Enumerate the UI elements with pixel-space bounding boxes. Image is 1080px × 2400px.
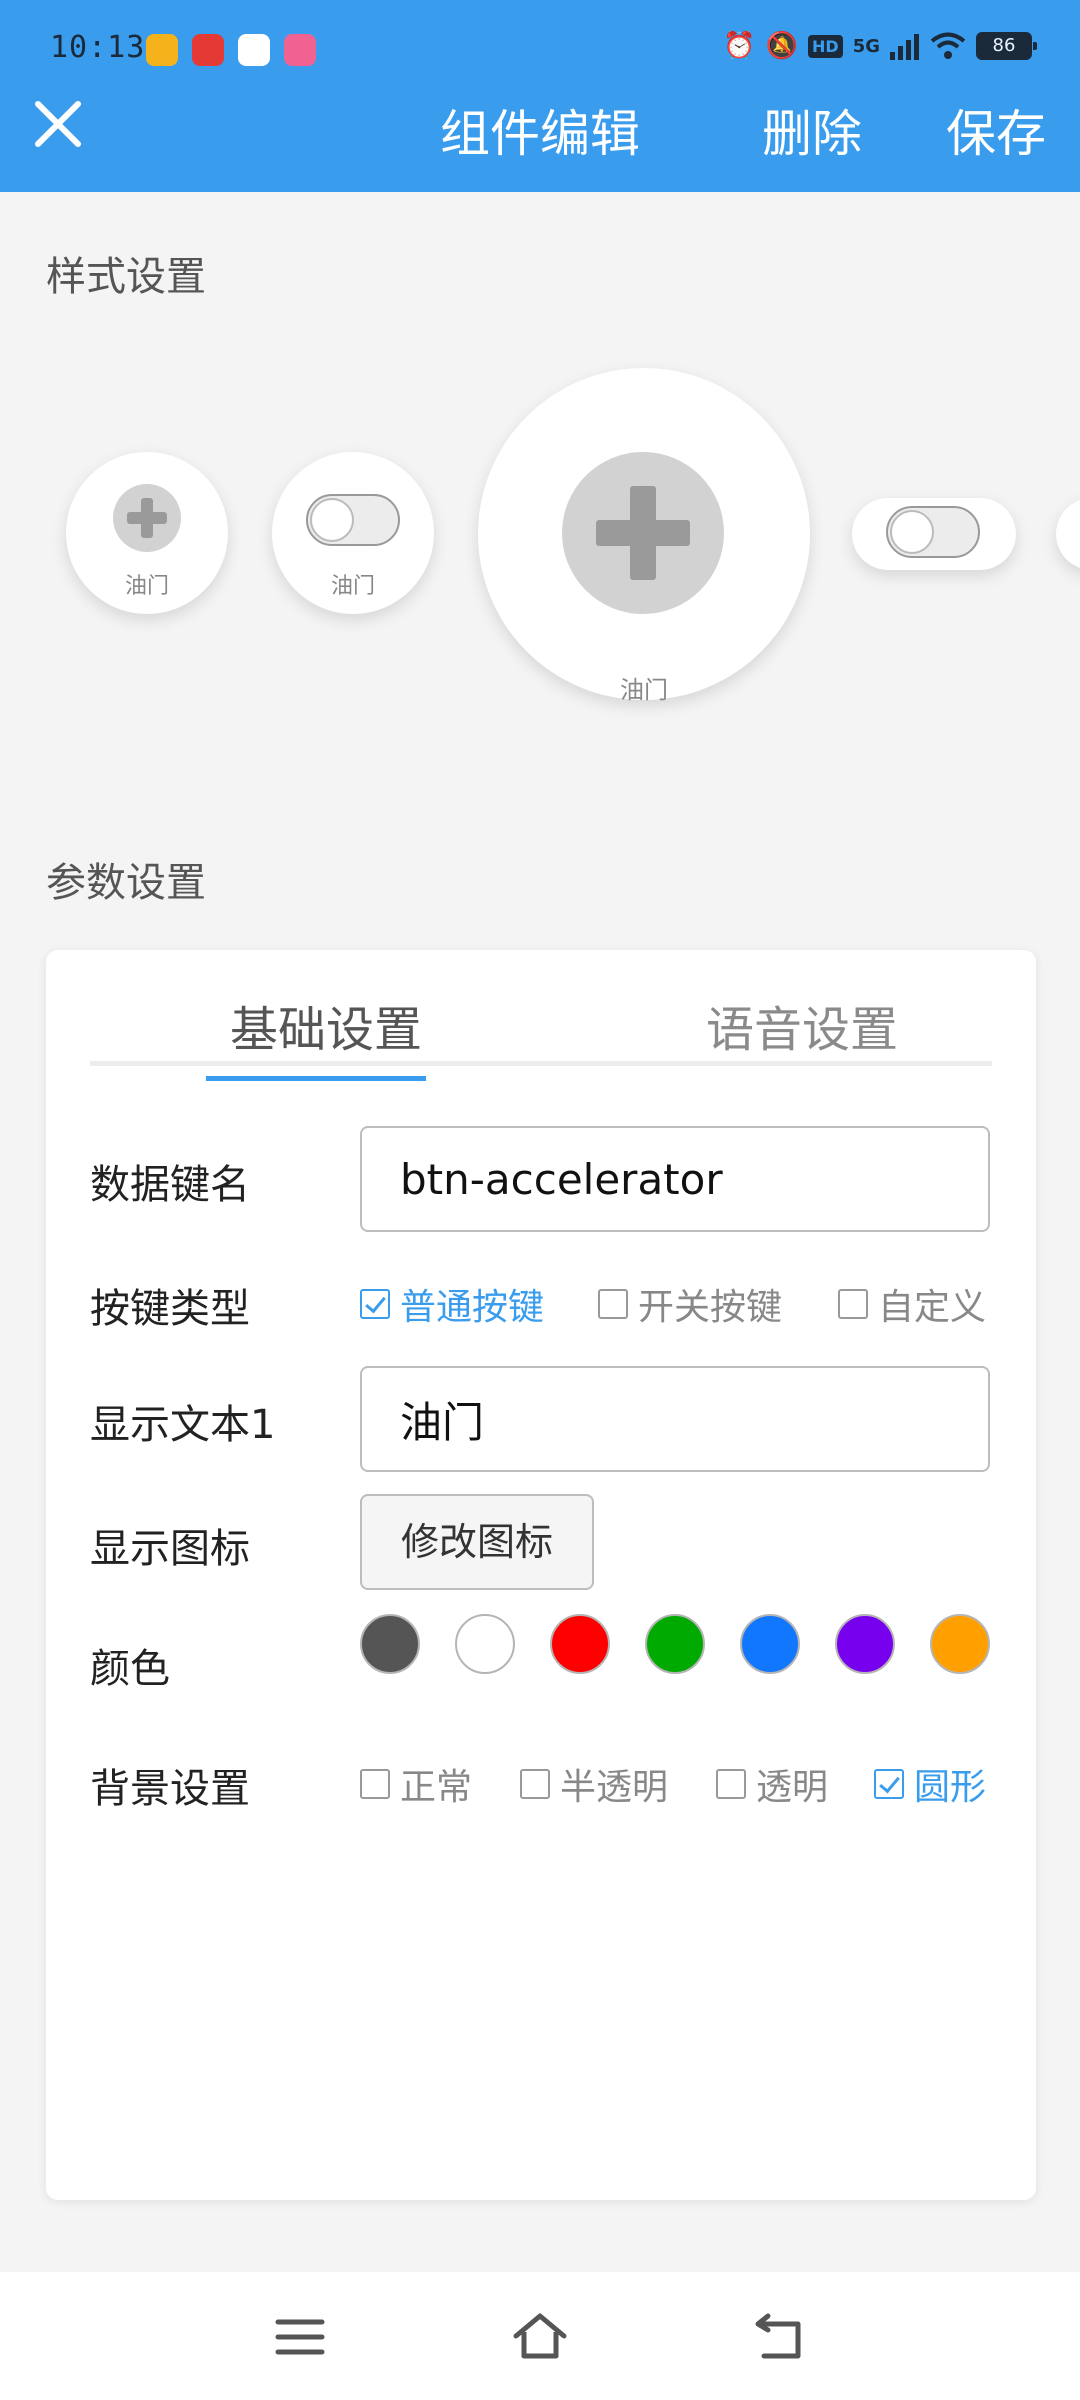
toggle-icon <box>306 494 400 546</box>
color-swatch-green[interactable] <box>645 1614 705 1674</box>
checkbox-icon <box>360 1769 390 1799</box>
style-section-label: 样式设置 <box>46 254 206 300</box>
style-option-plus-large[interactable]: 油门 <box>478 368 810 704</box>
option-label: 自定义 <box>878 1287 987 1328</box>
key-type-label: 按键类型 <box>90 1286 250 1332</box>
style-option-label: 油门 <box>330 574 375 599</box>
key-type-switch-checkbox[interactable]: 开关按键 <box>598 1278 782 1330</box>
plus-icon <box>562 452 724 614</box>
hd-badge: HD <box>808 34 843 58</box>
data-key-label: 数据键名 <box>90 1162 250 1208</box>
browser-app-icon <box>238 34 270 66</box>
key-type-normal-checkbox[interactable]: 普通按键 <box>360 1278 544 1330</box>
back-icon[interactable] <box>750 2312 810 2362</box>
option-label: 开关按键 <box>638 1287 783 1328</box>
status-app-icons <box>146 34 316 66</box>
color-swatch-white[interactable] <box>455 1614 515 1674</box>
checkbox-icon <box>520 1769 550 1799</box>
active-tab-indicator <box>206 1076 426 1081</box>
mute-bell-icon: 🔕 <box>765 31 799 61</box>
option-label: 透明 <box>756 1767 829 1808</box>
key-type-custom-checkbox[interactable]: 自定义 <box>838 1278 986 1330</box>
display-text-label: 显示文本1 <box>90 1402 276 1448</box>
close-icon[interactable] <box>28 94 88 154</box>
checkbox-checked-icon <box>360 1289 390 1319</box>
home-icon[interactable] <box>510 2312 570 2362</box>
menu-icon[interactable] <box>270 2312 330 2362</box>
bg-translucent-checkbox[interactable]: 半透明 <box>520 1758 668 1810</box>
tab-bar: 基础设置 语音设置 <box>90 990 992 1066</box>
tab-basic-settings[interactable]: 基础设置 <box>230 990 422 1060</box>
style-option-toggle[interactable]: 油门 <box>272 452 434 614</box>
save-button[interactable]: 保存 <box>946 94 1046 166</box>
style-option-label: 油门 <box>620 676 668 704</box>
tab-voice-settings[interactable]: 语音设置 <box>706 990 898 1060</box>
data-key-input[interactable] <box>360 1126 990 1232</box>
option-label: 半透明 <box>560 1767 669 1808</box>
color-swatch-red[interactable] <box>550 1614 610 1674</box>
color-swatch-orange[interactable] <box>930 1614 990 1674</box>
status-time: 10:13 <box>50 30 146 65</box>
change-icon-button[interactable]: 修改图标 <box>360 1494 594 1590</box>
color-swatch-gray[interactable] <box>360 1614 420 1674</box>
checkbox-icon <box>598 1289 628 1319</box>
game-app-icon <box>284 34 316 66</box>
system-nav-bar <box>0 2272 1080 2400</box>
page-title: 组件编辑 <box>440 105 640 163</box>
params-section-label: 参数设置 <box>46 860 206 906</box>
delete-button[interactable]: 删除 <box>762 94 862 166</box>
battery-indicator: 86 <box>976 32 1037 60</box>
signal-icon <box>890 34 919 60</box>
plus-icon <box>113 484 181 552</box>
bg-circle-checkbox[interactable]: 圆形 <box>874 1758 986 1810</box>
style-option-toggle-pill[interactable] <box>852 498 1016 570</box>
display-text-input[interactable] <box>360 1366 990 1472</box>
background-label: 背景设置 <box>90 1766 250 1812</box>
color-swatch-blue[interactable] <box>740 1614 800 1674</box>
color-label: 颜色 <box>90 1646 170 1692</box>
calendar-app-icon <box>192 34 224 66</box>
checkbox-icon <box>716 1769 746 1799</box>
params-card: 基础设置 语音设置 数据键名 按键类型 普通按键 开关按键 自定义 显示文本1 … <box>46 950 1036 2200</box>
option-label: 圆形 <box>914 1767 987 1808</box>
option-label: 普通按键 <box>400 1287 545 1328</box>
app-notification-icon <box>146 34 178 66</box>
style-option-partial[interactable] <box>1056 498 1080 570</box>
alarm-icon: ⏰ <box>723 31 756 61</box>
bg-transparent-checkbox[interactable]: 透明 <box>716 1758 828 1810</box>
toggle-icon <box>886 506 980 558</box>
style-option-plus-small[interactable]: 油门 <box>66 452 228 614</box>
status-indicators: ⏰ 🔕 HD 5G 86 <box>723 30 1037 62</box>
style-preview-strip[interactable]: 油门 油门 油门 <box>0 360 1080 720</box>
network-type: 5G <box>852 35 880 57</box>
color-swatch-purple[interactable] <box>835 1614 895 1674</box>
checkbox-icon <box>838 1289 868 1319</box>
wifi-icon <box>930 32 966 59</box>
display-icon-label: 显示图标 <box>90 1526 250 1572</box>
app-header: 10:13 ⏰ 🔕 HD 5G 86 组件编辑 删除 保存 <box>0 0 1080 192</box>
bg-normal-checkbox[interactable]: 正常 <box>360 1758 472 1810</box>
style-option-label: 油门 <box>124 574 169 599</box>
option-label: 正常 <box>400 1767 473 1808</box>
checkbox-checked-icon <box>874 1769 904 1799</box>
